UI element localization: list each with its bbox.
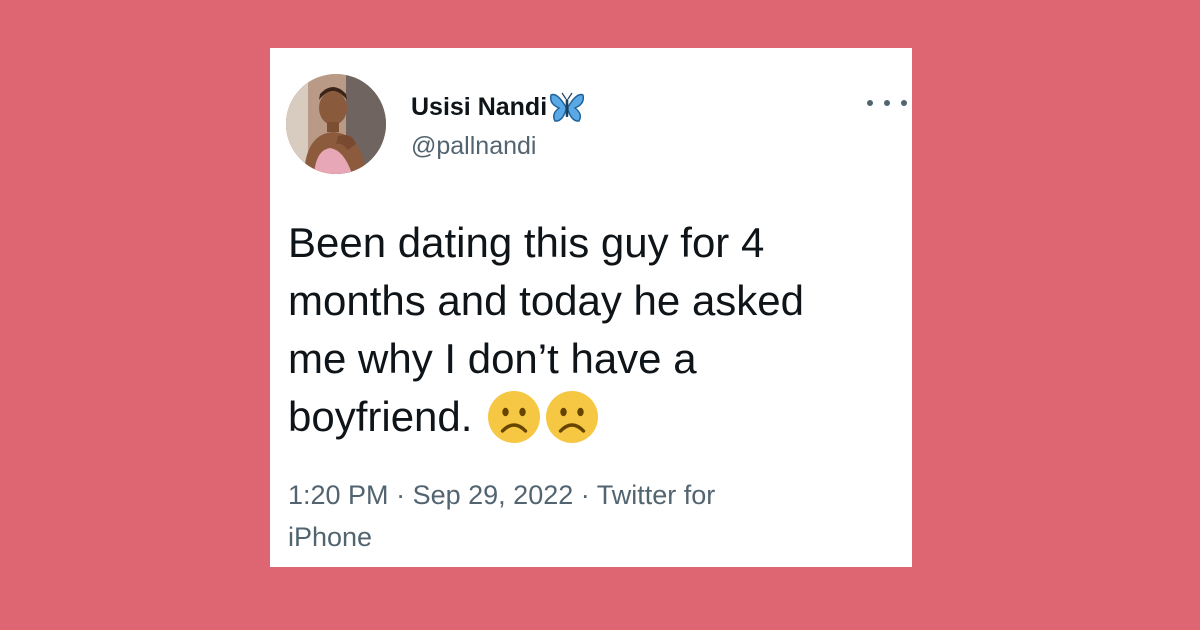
separator: · <box>580 480 590 510</box>
timestamp-link[interactable]: 1:20 PM · Sep 29, 2022 <box>288 480 573 510</box>
more-options-icon[interactable] <box>867 93 907 113</box>
author-name-text: Usisi Nandi <box>411 92 548 121</box>
dot-icon <box>901 100 907 106</box>
tweet-text-line: Been dating this guy for 4 <box>288 219 765 266</box>
frowning-face-icon <box>544 389 600 445</box>
timestamp-date: Sep 29, 2022 <box>412 480 574 510</box>
tweet-text-line: boyfriend. <box>288 393 473 440</box>
dot-icon <box>867 100 873 106</box>
separator: · <box>396 480 406 510</box>
dot-icon <box>884 100 890 106</box>
frowning-face-icon <box>486 389 542 445</box>
source-text: Twitter for <box>596 480 716 510</box>
timestamp-time: 1:20 PM <box>288 480 389 510</box>
tweet-text-line: months and today he asked <box>288 277 805 324</box>
author-handle[interactable]: @pallnandi <box>411 134 536 159</box>
tweet-text-line-last: boyfriend. <box>288 388 888 446</box>
tweet-text: Been dating this guy for 4 months and to… <box>288 214 888 446</box>
source-text: iPhone <box>288 522 373 552</box>
tweet-text-line: me why I don’t have a <box>288 335 697 382</box>
tweet-metadata: 1:20 PM · Sep 29, 2022 · Twitter for iPho… <box>288 474 848 558</box>
author-display-name[interactable]: Usisi Nandi <box>411 90 585 124</box>
tweet-card: Usisi Nandi @pallnandi Been dating this … <box>270 48 912 567</box>
butterfly-icon <box>549 90 585 124</box>
avatar[interactable] <box>286 74 386 174</box>
